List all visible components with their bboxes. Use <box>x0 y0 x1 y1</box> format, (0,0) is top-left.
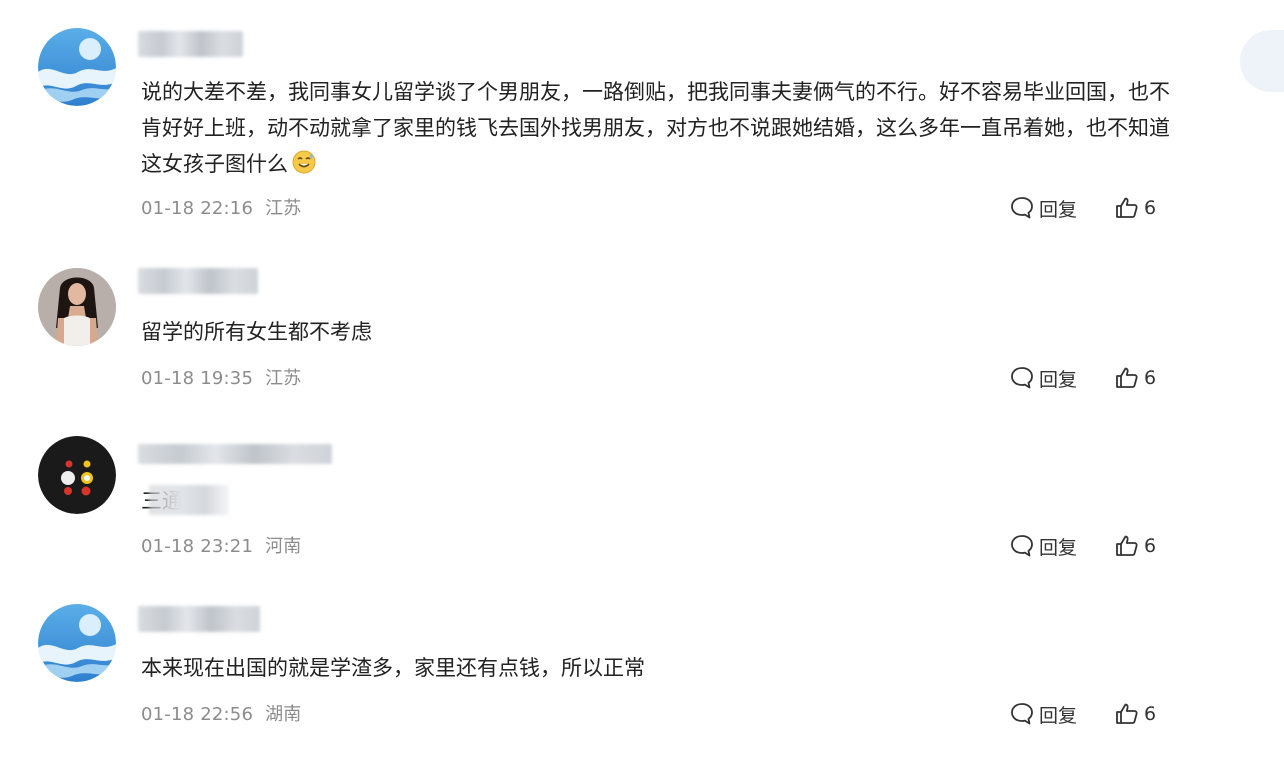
comment-meta: 01-18 22:16 江苏 <box>141 196 302 222</box>
comment-time: 01-18 22:56 <box>141 704 254 725</box>
comment-text: 留学的所有女生都不考虑 <box>141 314 1171 350</box>
comment-bubble-icon <box>1011 197 1033 219</box>
comment-meta: 01-18 23:21 河南 <box>141 534 302 560</box>
comment-location: 江苏 <box>265 368 302 389</box>
like-button[interactable]: 6 <box>1114 363 1156 393</box>
blurred-username <box>138 31 243 57</box>
thumbs-up-icon <box>1116 367 1138 388</box>
reply-button[interactable]: 回复 <box>1009 363 1077 393</box>
comment-text: 本来现在出国的就是学渣多，家里还有点钱，所以正常 <box>141 650 1171 686</box>
blurred-username <box>138 444 332 464</box>
comment-meta: 01-18 22:56 湖南 <box>141 702 302 728</box>
comment-location: 江苏 <box>265 198 302 219</box>
comment-time: 01-18 19:35 <box>141 368 254 389</box>
comment-time: 01-18 23:21 <box>141 536 254 557</box>
blue-wave-icon <box>38 604 116 682</box>
avatar[interactable] <box>38 28 116 106</box>
like-button[interactable]: 6 <box>1114 193 1156 223</box>
comment-list-page: 说的大差不差，我同事女儿留学谈了个男朋友，一路倒贴，把我同事夫妻俩气的不行。好不… <box>0 0 1284 762</box>
reply-label: 回复 <box>1039 704 1078 727</box>
comment-time: 01-18 22:16 <box>141 198 254 219</box>
reply-label: 回复 <box>1039 198 1078 221</box>
thumbs-up-icon <box>1116 197 1138 218</box>
comment-bubble-icon <box>1011 703 1033 725</box>
like-button[interactable]: 6 <box>1114 699 1156 729</box>
comment-bubble-icon <box>1011 367 1033 389</box>
comment-text: 说的大差不差，我同事女儿留学谈了个男朋友，一路倒贴，把我同事夫妻俩气的不行。好不… <box>141 74 1171 185</box>
blurred-text <box>149 485 229 515</box>
dark-dots-icon <box>38 436 116 514</box>
like-count: 6 <box>1144 703 1157 725</box>
reply-label: 回复 <box>1039 368 1078 391</box>
blurred-username <box>138 268 258 294</box>
side-panel-button[interactable] <box>1240 30 1284 92</box>
thumbs-up-icon <box>1116 703 1138 724</box>
comment-location: 河南 <box>265 536 302 557</box>
avatar[interactable] <box>38 436 116 514</box>
like-count: 6 <box>1144 197 1157 219</box>
reply-button[interactable]: 回复 <box>1009 699 1077 729</box>
comment-location: 湖南 <box>265 704 302 725</box>
comment-content: 本来现在出国的就是学渣多，家里还有点钱，所以正常 <box>141 656 645 680</box>
reply-button[interactable]: 回复 <box>1009 531 1077 561</box>
comment-content: 留学的所有女生都不考虑 <box>141 320 372 344</box>
like-count: 6 <box>1144 535 1157 557</box>
comment-text: 三通 <box>141 483 1171 519</box>
avatar[interactable] <box>38 604 116 682</box>
reply-label: 回复 <box>1039 536 1078 559</box>
blurred-username <box>138 606 260 632</box>
comment-bubble-icon <box>1011 535 1033 557</box>
sweat-smile-emoji-icon <box>292 149 316 185</box>
thumbs-up-icon <box>1116 535 1138 556</box>
comment-meta: 01-18 19:35 江苏 <box>141 366 302 392</box>
woman-photo-icon <box>38 268 116 346</box>
avatar[interactable] <box>38 268 116 346</box>
like-count: 6 <box>1144 367 1157 389</box>
reply-button[interactable]: 回复 <box>1009 193 1077 223</box>
blue-wave-icon <box>38 28 116 106</box>
like-button[interactable]: 6 <box>1114 531 1156 561</box>
